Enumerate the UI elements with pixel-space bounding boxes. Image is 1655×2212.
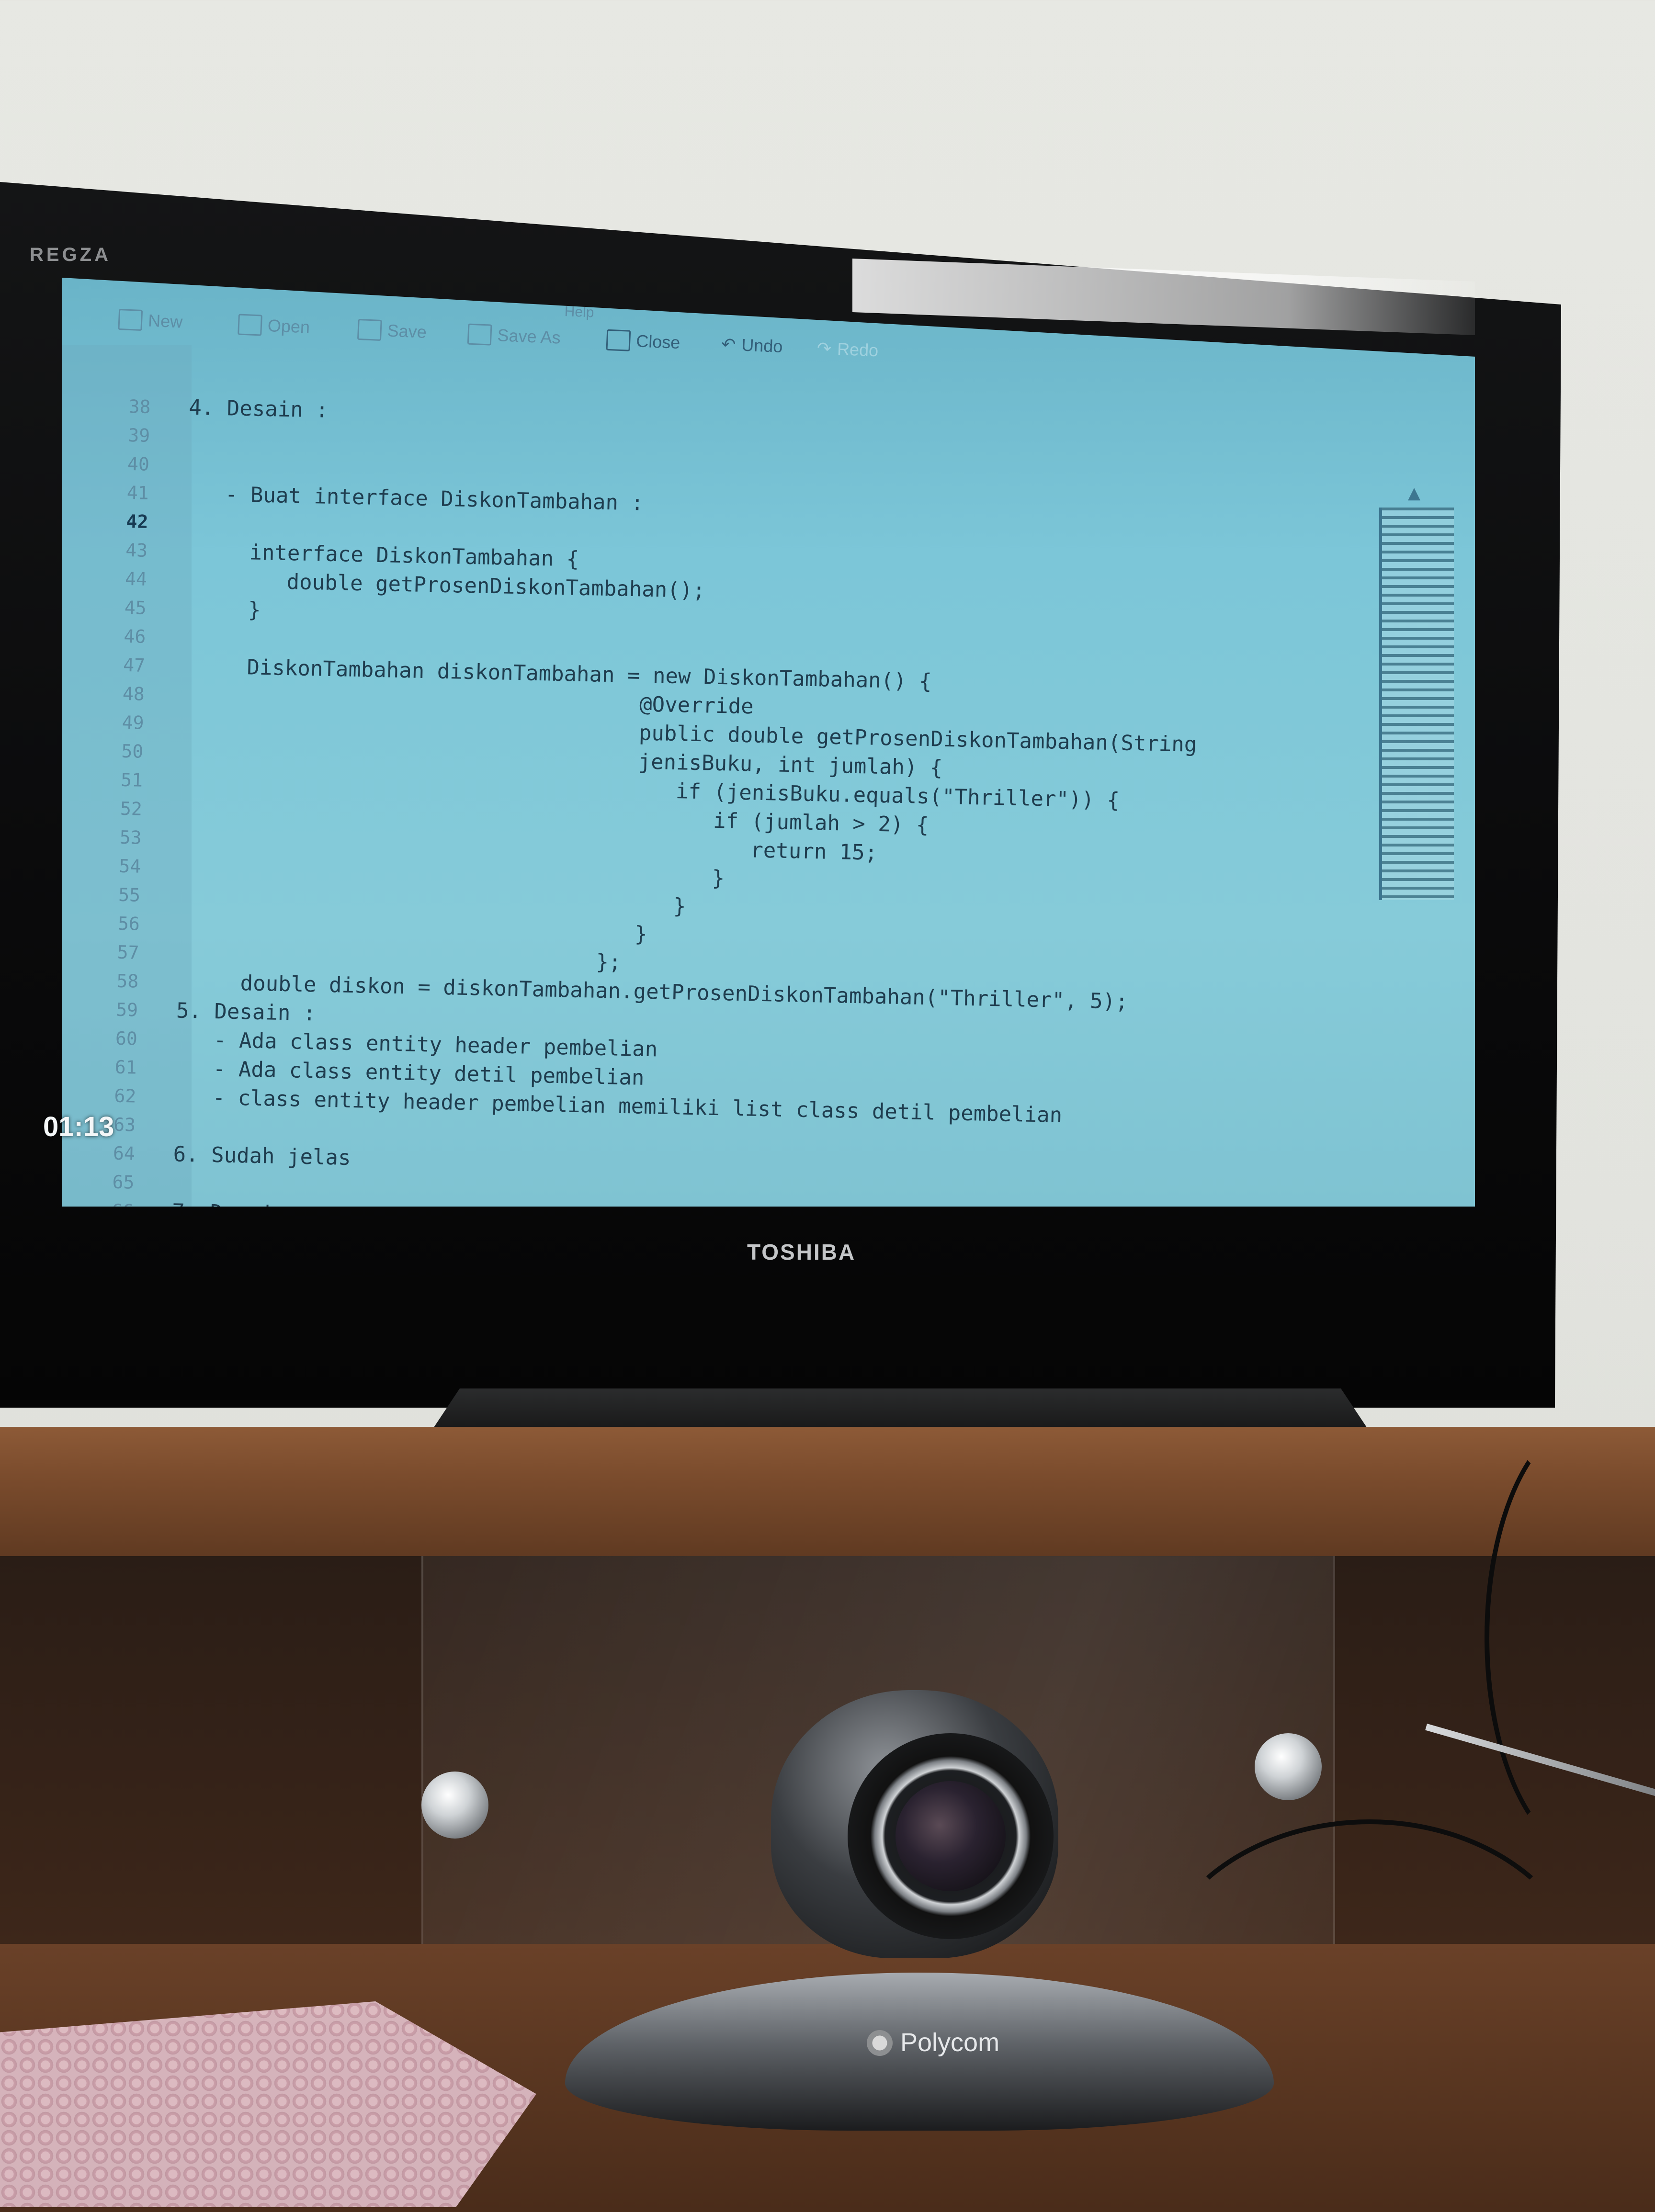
- code-line: 4. Desain :: [188, 395, 329, 423]
- line-number: 45: [124, 597, 147, 619]
- code-minimap[interactable]: [1379, 508, 1454, 900]
- code-document[interactable]: 38 4. Desain : 39 40 41 - Buat interface Dis…: [62, 278, 1474, 1207]
- line-number: 55: [118, 884, 141, 906]
- code-line: - Buat interface DiskonTambahan :: [187, 481, 644, 516]
- line-number: 50: [121, 740, 144, 762]
- call-timer: 01:13: [43, 1111, 114, 1142]
- line-number: 65: [112, 1171, 135, 1193]
- line-number: 48: [122, 683, 145, 705]
- line-number: 49: [122, 711, 145, 734]
- tv-brand-toshiba: TOSHIBA: [747, 1240, 856, 1264]
- line-number: 66: [62, 1199, 134, 1207]
- camera-cable: [1149, 1819, 1590, 2164]
- line-number: 43: [125, 539, 148, 561]
- code-line: 7. Desain :: [172, 1199, 312, 1207]
- line-number: 47: [123, 654, 146, 676]
- line-number: 64: [113, 1142, 136, 1164]
- line-number: 62: [114, 1085, 136, 1107]
- code-line: }: [178, 883, 686, 919]
- line-number: 57: [117, 941, 139, 963]
- line-number: 51: [120, 769, 143, 791]
- line-number: 54: [119, 855, 141, 877]
- line-number: 61: [114, 1056, 137, 1078]
- code-line: };: [177, 941, 622, 975]
- line-number: 39: [127, 424, 150, 446]
- glass-door-knob-right: [1255, 1733, 1322, 1800]
- line-number: 42: [126, 510, 148, 532]
- code-line: double getProsenDiskonTambahan();: [185, 567, 706, 603]
- code-line: - Ada class entity header pembelian: [175, 1027, 658, 1062]
- line-number: 52: [120, 798, 143, 820]
- code-line: }: [178, 912, 648, 947]
- line-number: 60: [115, 1027, 138, 1050]
- code-line: - Ada class entity detil pembelian: [174, 1056, 645, 1090]
- line-number: 58: [116, 970, 139, 992]
- polycom-logo-icon: [867, 2030, 893, 2056]
- line-number: 41: [126, 482, 149, 504]
- camera-lens: [896, 1781, 1006, 1891]
- cabinet-top: [0, 1427, 1655, 1566]
- code-line: 6. Sudah jelas: [173, 1142, 351, 1171]
- code-line: - class entity header pembelian memiliki…: [174, 1084, 1063, 1128]
- tv-brand-regza: REGZA: [30, 244, 111, 265]
- line-number: 46: [124, 625, 146, 647]
- line-number: 44: [125, 568, 147, 590]
- line-number: 59: [115, 999, 138, 1021]
- glass-door-knob-left: [421, 1772, 488, 1839]
- line-number: 56: [117, 913, 140, 935]
- code-line: interface DiskonTambahan {: [185, 539, 579, 572]
- code-line: double diskon = diskonTambahan.getProsen…: [176, 970, 1129, 1014]
- camera-brand: Polycom: [900, 2028, 1000, 2057]
- tv-screen: New Open Save Save As Help Close ↶ Undo …: [62, 278, 1475, 1207]
- line-number: 40: [127, 453, 150, 475]
- code-line: 5. Desain :: [176, 998, 316, 1026]
- line-number: 38: [128, 395, 151, 418]
- line-number: 53: [119, 826, 142, 848]
- scroll-up-icon[interactable]: ▲: [1408, 484, 1420, 503]
- code-line: }: [184, 596, 261, 622]
